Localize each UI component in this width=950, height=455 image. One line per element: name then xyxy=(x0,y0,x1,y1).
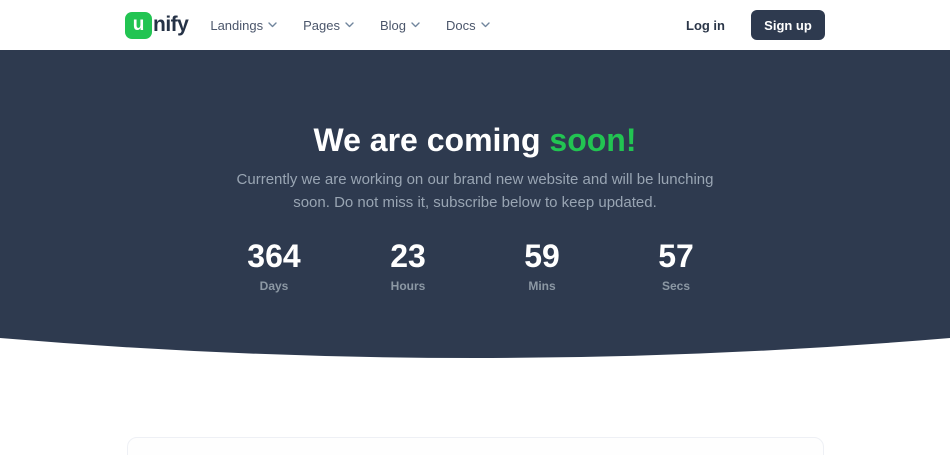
countdown-label: Mins xyxy=(475,279,609,293)
chevron-down-icon xyxy=(268,22,277,28)
nav-item-landings[interactable]: Landings xyxy=(210,18,277,33)
countdown-secs: 57 Secs xyxy=(609,240,743,293)
page-title: We are coming soon! xyxy=(0,120,950,160)
hero-section: We are coming soon! Currently we are wor… xyxy=(0,50,950,338)
brand-logo-text: nify xyxy=(153,13,188,37)
countdown-label: Secs xyxy=(609,279,743,293)
countdown-days: 364 Days xyxy=(207,240,341,293)
lower-section xyxy=(0,437,950,455)
navbar: u nify Landings Pages Blog xyxy=(0,0,950,50)
nav-item-label: Pages xyxy=(303,18,340,33)
countdown-value: 364 xyxy=(207,240,341,272)
chevron-down-icon xyxy=(411,22,420,28)
signup-button[interactable]: Sign up xyxy=(751,10,825,40)
nav-item-docs[interactable]: Docs xyxy=(446,18,490,33)
chevron-down-icon xyxy=(345,22,354,28)
nav-item-label: Landings xyxy=(210,18,263,33)
countdown-value: 23 xyxy=(341,240,475,272)
countdown-label: Hours xyxy=(341,279,475,293)
countdown-value: 59 xyxy=(475,240,609,272)
countdown-value: 57 xyxy=(609,240,743,272)
countdown-label: Days xyxy=(207,279,341,293)
hero-curve xyxy=(0,338,950,358)
navbar-actions: Log in Sign up xyxy=(686,10,825,40)
nav-item-blog[interactable]: Blog xyxy=(380,18,420,33)
brand-logo-letter: u xyxy=(133,15,145,34)
login-link[interactable]: Log in xyxy=(686,18,725,33)
nav-item-label: Blog xyxy=(380,18,406,33)
page-title-main: We are coming xyxy=(313,122,540,158)
countdown-mins: 59 Mins xyxy=(475,240,609,293)
nav-item-label: Docs xyxy=(446,18,476,33)
subscribe-card xyxy=(127,437,824,455)
nav-item-pages[interactable]: Pages xyxy=(303,18,354,33)
countdown: 364 Days 23 Hours 59 Mins 57 Secs xyxy=(0,240,950,293)
hero-subtitle: Currently we are working on our brand ne… xyxy=(217,169,733,214)
brand-logo-mark: u xyxy=(125,12,152,39)
page-title-accent: soon! xyxy=(549,122,636,158)
countdown-hours: 23 Hours xyxy=(341,240,475,293)
chevron-down-icon xyxy=(481,22,490,28)
brand-logo[interactable]: u nify xyxy=(125,12,188,39)
main-nav: Landings Pages Blog Docs xyxy=(210,18,489,33)
